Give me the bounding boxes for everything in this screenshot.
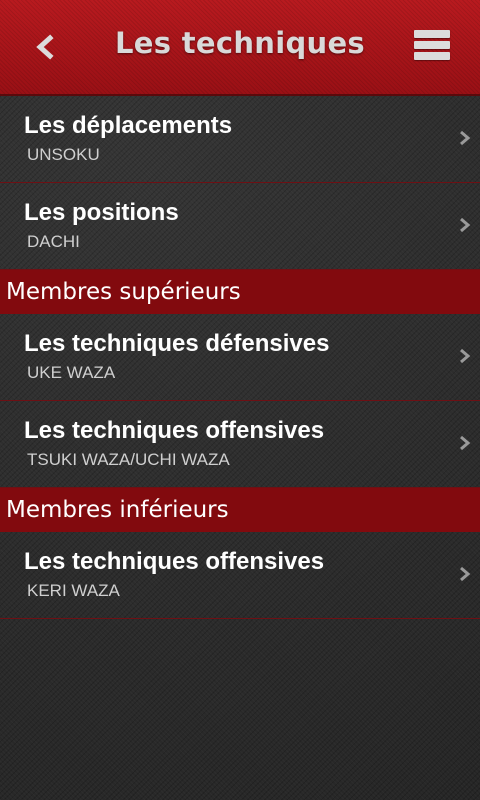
list-item-positions[interactable]: Les positions DACHI: [0, 183, 480, 270]
list-item-subtitle: DACHI: [27, 232, 80, 251]
list-item-subtitle: TSUKI WAZA/UCHI WAZA: [27, 450, 230, 469]
menu-button[interactable]: [414, 30, 452, 68]
menu-icon-bar: [414, 52, 450, 60]
technique-list: Les déplacements UNSOKU Les positions DA…: [0, 96, 480, 619]
list-item-techniques-defensives[interactable]: Les techniques défensives UKE WAZA: [0, 314, 480, 401]
chevron-right-icon: [460, 566, 471, 582]
chevron-right-icon: [460, 130, 471, 146]
list-item-title: Les techniques offensives: [24, 417, 325, 444]
list-item-subtitle: KERI WAZA: [27, 581, 120, 600]
list-item-techniques-offensives-superieurs[interactable]: Les techniques offensives TSUKI WAZA/UCH…: [0, 401, 480, 488]
list-menu-icon: [414, 30, 450, 38]
app-header: Les techniques: [0, 0, 480, 96]
section-header-membres-inferieurs: Membres inférieurs: [0, 488, 480, 532]
chevron-right-icon: [460, 217, 471, 233]
list-item-techniques-offensives-inferieurs[interactable]: Les techniques offensives KERI WAZA: [0, 532, 480, 619]
list-item-subtitle: UNSOKU: [27, 145, 100, 164]
list-item-title: Les positions: [24, 199, 179, 226]
list-item-title: Les techniques défensives: [24, 330, 330, 357]
list-item-title: Les techniques offensives: [24, 548, 325, 575]
page-title: Les techniques: [115, 26, 365, 60]
list-item-subtitle: UKE WAZA: [27, 363, 116, 382]
menu-icon-bar: [414, 41, 450, 49]
chevron-right-icon: [460, 348, 471, 364]
list-item-title: Les déplacements: [24, 112, 233, 139]
list-item-deplacements[interactable]: Les déplacements UNSOKU: [0, 96, 480, 183]
section-header-membres-superieurs: Membres supérieurs: [0, 270, 480, 314]
chevron-right-icon: [460, 435, 471, 451]
